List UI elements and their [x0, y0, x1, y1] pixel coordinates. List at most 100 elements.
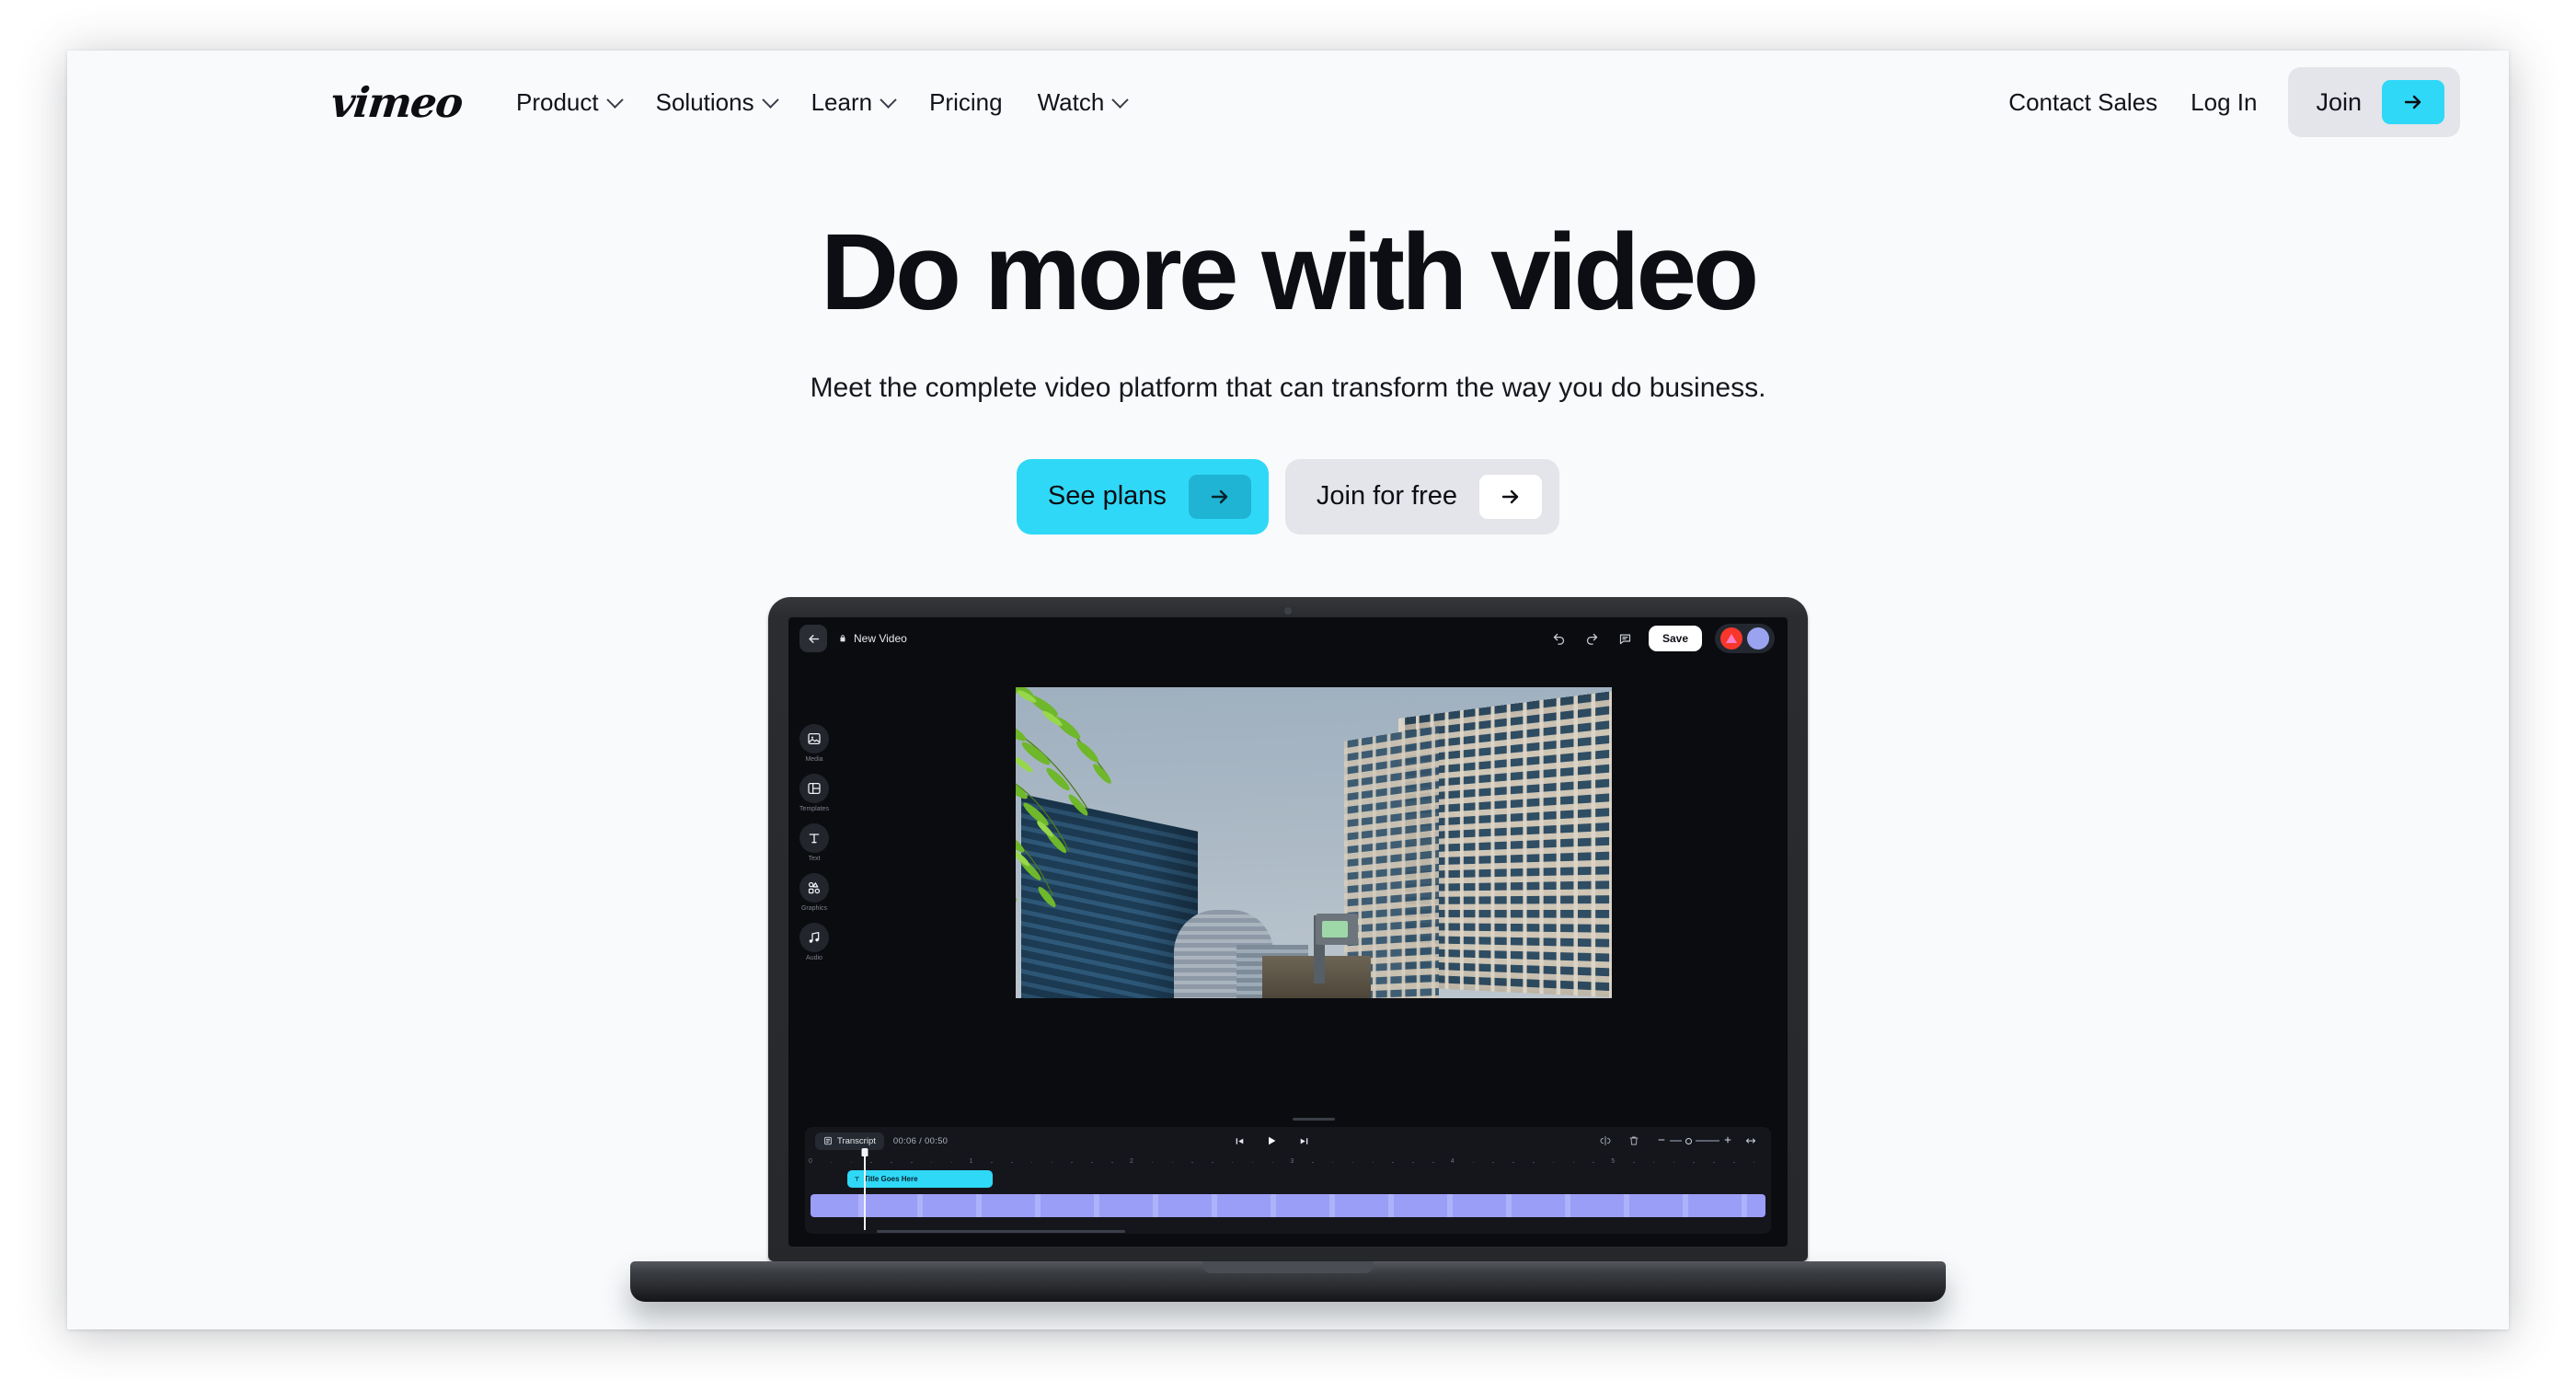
webcam-icon	[1284, 607, 1292, 615]
nav-item-label: Pricing	[929, 87, 1003, 116]
image-icon	[799, 724, 829, 753]
contact-sales-link[interactable]: Contact Sales	[1992, 79, 2174, 126]
chevron-down-icon	[1111, 90, 1129, 109]
sidebar-item-label: Audio	[806, 955, 822, 961]
ruler-tick-dot	[1533, 1161, 1535, 1163]
ruler-tick-dot	[1733, 1161, 1735, 1163]
timeline-scrollbar[interactable]	[877, 1230, 1125, 1233]
text-t-icon	[855, 1177, 859, 1181]
ruler-tick-dot	[1572, 1161, 1575, 1163]
cta-row: See plans Join for free	[67, 458, 2509, 535]
zoom-slider[interactable]	[1657, 1133, 1732, 1149]
ruler-tick-dot	[1251, 1161, 1254, 1163]
laptop-mockup: New Video Save Media Templates Text Grap…	[630, 597, 1946, 1302]
log-in-link[interactable]: Log In	[2174, 79, 2273, 126]
ruler-tick-dot	[1472, 1161, 1475, 1163]
ruler-tick-dot	[1030, 1161, 1033, 1163]
nav-item-product[interactable]: Product	[499, 79, 638, 126]
timeline-ruler[interactable]: 0 1 2 3 4 5	[805, 1155, 1771, 1168]
nav-item-solutions[interactable]: Solutions	[638, 79, 794, 126]
ruler-tick-dot	[1151, 1161, 1154, 1163]
chevron-down-icon	[880, 90, 897, 109]
nav-item-label: Solutions	[655, 87, 754, 116]
avatar[interactable]	[1747, 627, 1769, 650]
ruler-tick-label: 1	[969, 1158, 973, 1165]
redo-icon[interactable]	[1582, 628, 1603, 649]
plus-icon[interactable]	[1723, 1133, 1732, 1149]
ruler-tick-dot	[950, 1161, 953, 1163]
trash-icon[interactable]	[1624, 1131, 1644, 1151]
sidebar-item-label: Graphics	[800, 905, 827, 912]
comment-icon[interactable]	[1616, 628, 1636, 649]
primary-navigation: vimeo Product Solutions Learn Pricing Wa…	[328, 78, 1144, 127]
fit-width-icon[interactable]	[1741, 1131, 1761, 1151]
ruler-tick-dot	[991, 1161, 993, 1163]
collaborator-avatars	[1715, 624, 1775, 653]
ruler-tick-dot	[1191, 1161, 1193, 1163]
see-plans-button[interactable]: See plans	[1016, 458, 1269, 535]
sidebar-item-graphics[interactable]: Graphics	[799, 873, 829, 912]
document-title[interactable]: New Video	[838, 632, 907, 645]
ruler-tick-dot	[1271, 1161, 1274, 1163]
ruler-tick-label: 4	[1450, 1158, 1455, 1165]
video-preview[interactable]	[1016, 687, 1612, 998]
ruler-tick-dot	[1673, 1161, 1675, 1163]
skip-forward-icon[interactable]	[1294, 1131, 1314, 1151]
playhead[interactable]	[864, 1151, 866, 1230]
join-for-free-button[interactable]: Join for free	[1284, 458, 1560, 535]
join-label: Join	[2316, 87, 2362, 116]
ruler-tick-dot	[1753, 1161, 1755, 1163]
music-note-icon	[799, 923, 829, 952]
canvas-area	[840, 660, 1788, 1127]
nav-item-watch[interactable]: Watch	[1020, 79, 1144, 126]
undo-icon[interactable]	[1549, 628, 1570, 649]
laptop-base	[630, 1261, 1946, 1302]
ruler-tick-dot	[1713, 1161, 1715, 1163]
lock-icon	[840, 635, 845, 642]
sidebar-item-templates[interactable]: Templates	[799, 774, 829, 812]
save-button[interactable]: Save	[1648, 626, 1702, 651]
timeline-panel: Transcript 00:06 / 00:50 0 1 2 3 4 5 Tit…	[805, 1127, 1771, 1234]
play-icon[interactable]	[1261, 1131, 1282, 1151]
arrow-right-icon	[1188, 474, 1251, 519]
timeline-ruler-ticks: 0 1 2 3 4 5	[809, 1155, 1765, 1168]
ruler-tick-dot	[1051, 1161, 1053, 1163]
avatar[interactable]	[1720, 627, 1742, 650]
editor-body: Media Templates Text Graphics Audio	[788, 660, 1788, 1127]
tool-sidebar: Media Templates Text Graphics Audio	[788, 660, 840, 1127]
transcript-label: Transcript	[837, 1135, 876, 1146]
ruler-tick-dot	[1212, 1161, 1213, 1163]
ruler-tick-label: 2	[1129, 1158, 1133, 1165]
back-button[interactable]	[799, 625, 827, 652]
sidebar-item-media[interactable]: Media	[799, 724, 829, 763]
sidebar-item-text[interactable]: Text	[799, 823, 829, 862]
minus-icon[interactable]	[1657, 1133, 1666, 1149]
text-clip[interactable]: Title Goes Here	[847, 1170, 993, 1188]
split-icon[interactable]	[1595, 1131, 1616, 1151]
text-clip-label: Title Goes Here	[864, 1175, 918, 1183]
nav-item-pricing[interactable]: Pricing	[912, 79, 1019, 126]
ruler-tick-dot	[1231, 1161, 1234, 1163]
sidebar-item-audio[interactable]: Audio	[799, 923, 829, 961]
nav-item-label: Watch	[1037, 87, 1105, 116]
timeline-controls: Transcript 00:06 / 00:50	[805, 1127, 1771, 1155]
transcript-button[interactable]: Transcript	[815, 1132, 884, 1150]
see-plans-label: See plans	[1047, 481, 1167, 512]
ruler-tick-dot	[1492, 1161, 1494, 1163]
ruler-tick-dot	[1091, 1161, 1093, 1163]
ruler-tick-dot	[1392, 1161, 1394, 1163]
header-actions: Contact Sales Log In Join	[1992, 67, 2460, 137]
slider-handle[interactable]	[1685, 1137, 1692, 1144]
site-header: vimeo Product Solutions Learn Pricing Wa…	[67, 51, 2509, 154]
layout-icon	[799, 774, 829, 803]
canvas-resize-handle[interactable]	[1293, 1118, 1335, 1121]
nav-item-learn[interactable]: Learn	[794, 79, 913, 126]
editor-toolbar-right: Save	[1549, 624, 1775, 653]
join-button[interactable]: Join	[2288, 67, 2460, 137]
triangle-icon	[1726, 634, 1737, 643]
skip-back-icon[interactable]	[1229, 1131, 1249, 1151]
page-title: Do more with video	[820, 212, 1759, 333]
vimeo-logo[interactable]: vimeo	[328, 78, 465, 127]
ruler-tick-dot	[1633, 1161, 1635, 1163]
media-clip[interactable]	[811, 1194, 1765, 1217]
